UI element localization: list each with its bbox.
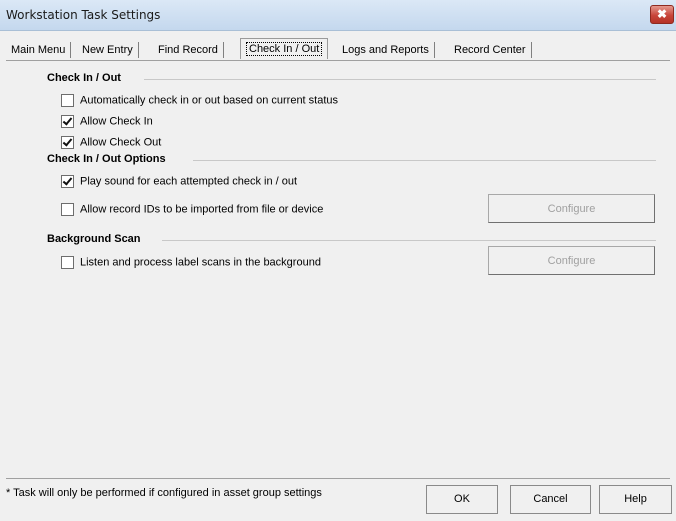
option-import-ids[interactable]: Allow record IDs to be imported from fil… bbox=[61, 203, 323, 217]
tab-check-in-out-label: Check In / Out bbox=[246, 42, 323, 56]
option-label: Play sound for each attempted check in /… bbox=[80, 175, 298, 188]
footer-note: * Task will only be performed if configu… bbox=[6, 487, 322, 499]
checkbox[interactable] bbox=[61, 136, 74, 149]
configure-import-button[interactable]: Configure bbox=[488, 194, 655, 223]
footer-divider bbox=[6, 478, 670, 479]
tab-logs-and-reports[interactable]: Logs and Reports bbox=[337, 42, 435, 58]
section-divider bbox=[144, 79, 656, 80]
checkbox[interactable] bbox=[61, 203, 74, 216]
option-allow-check-out[interactable]: Allow Check Out bbox=[61, 136, 161, 150]
section-divider bbox=[193, 160, 656, 161]
section-divider bbox=[162, 240, 656, 241]
option-background-scan[interactable]: Listen and process label scans in the ba… bbox=[61, 256, 321, 270]
checkbox[interactable] bbox=[61, 115, 74, 128]
tab-find-record[interactable]: Find Record bbox=[153, 42, 224, 58]
option-label: Allow record IDs to be imported from fil… bbox=[80, 203, 324, 216]
title-bar: Workstation Task Settings ✖ bbox=[0, 0, 676, 31]
option-label: Allow Check Out bbox=[80, 136, 162, 149]
tab-main-menu[interactable]: Main Menu bbox=[6, 42, 72, 58]
cancel-button[interactable]: Cancel bbox=[510, 485, 591, 514]
section-title-check-in-out-options: Check In / Out Options bbox=[47, 153, 166, 165]
close-icon[interactable]: ✖ bbox=[650, 5, 674, 24]
checkbox[interactable] bbox=[61, 256, 74, 269]
checkbox[interactable] bbox=[61, 175, 74, 188]
window-title: Workstation Task Settings bbox=[6, 8, 161, 22]
option-label: Automatically check in or out based on c… bbox=[80, 94, 339, 107]
ok-button[interactable]: OK bbox=[426, 485, 498, 514]
option-play-sound[interactable]: Play sound for each attempted check in /… bbox=[61, 175, 297, 189]
section-title-check-in-out: Check In / Out bbox=[47, 72, 121, 84]
help-button[interactable]: Help bbox=[599, 485, 672, 514]
section-title-background-scan: Background Scan bbox=[47, 233, 141, 245]
option-label: Allow Check In bbox=[80, 115, 153, 128]
option-auto-check[interactable]: Automatically check in or out based on c… bbox=[61, 94, 338, 108]
tab-check-in-out[interactable]: Check In / Out bbox=[240, 38, 329, 59]
tab-divider bbox=[6, 60, 670, 61]
option-allow-check-in[interactable]: Allow Check In bbox=[61, 115, 153, 129]
tab-new-entry[interactable]: New Entry bbox=[77, 42, 139, 58]
tab-record-center[interactable]: Record Center bbox=[449, 42, 532, 58]
checkbox[interactable] bbox=[61, 94, 74, 107]
configure-scan-button[interactable]: Configure bbox=[488, 246, 655, 275]
option-label: Listen and process label scans in the ba… bbox=[80, 256, 321, 269]
